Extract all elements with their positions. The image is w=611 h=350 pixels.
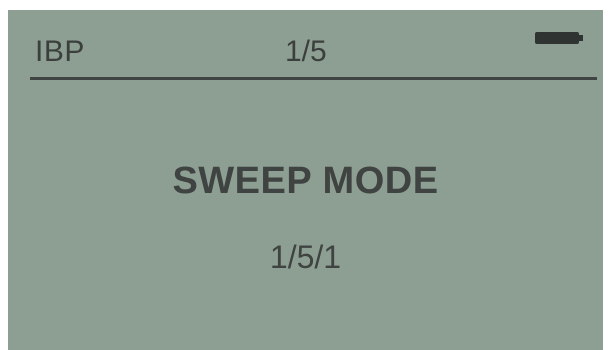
header-divider bbox=[30, 77, 597, 80]
top-white-strip bbox=[0, 0, 611, 10]
device-screen: IBP 1/5 SWEEP MODE 1/5/1 bbox=[8, 10, 603, 350]
page-indicator: 1/5 bbox=[285, 35, 327, 68]
parameter-label: IBP bbox=[35, 35, 85, 68]
battery-icon bbox=[535, 32, 583, 44]
mode-title: SWEEP MODE bbox=[172, 160, 439, 202]
mode-value: 1/5/1 bbox=[269, 239, 342, 275]
